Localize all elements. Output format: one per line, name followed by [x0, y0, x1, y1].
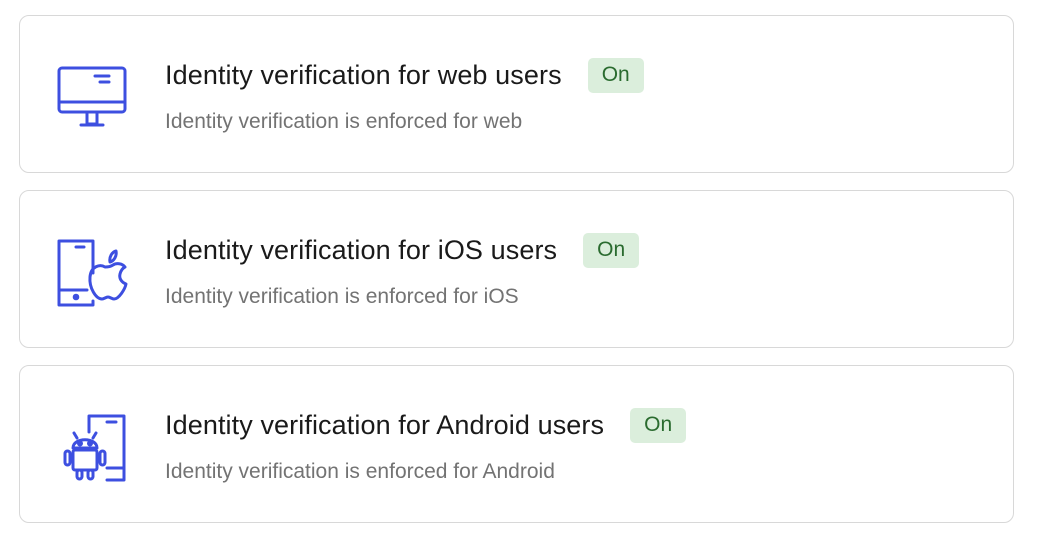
ios-verification-card[interactable]: Identity verification for iOS users On I…	[19, 190, 1014, 348]
web-verification-card[interactable]: Identity verification for web users On I…	[19, 15, 1014, 173]
status-badge: On	[583, 233, 640, 268]
status-badge: On	[630, 408, 687, 443]
ios-phone-apple-icon	[53, 235, 133, 315]
card-title: Identity verification for iOS users	[165, 235, 558, 265]
desktop-monitor-icon	[53, 60, 133, 140]
card-title: Identity verification for Android users	[165, 410, 605, 440]
card-description: Identity verification is enforced for we…	[165, 110, 523, 133]
status-badge: On	[587, 58, 644, 93]
card-title: Identity verification for web users	[165, 60, 562, 90]
card-description: Identity verification is enforced for iO…	[165, 285, 519, 308]
card-description: Identity verification is enforced for An…	[165, 460, 555, 483]
android-verification-card[interactable]: Identity verification for Android users …	[19, 365, 1014, 523]
android-phone-robot-icon	[53, 410, 133, 490]
